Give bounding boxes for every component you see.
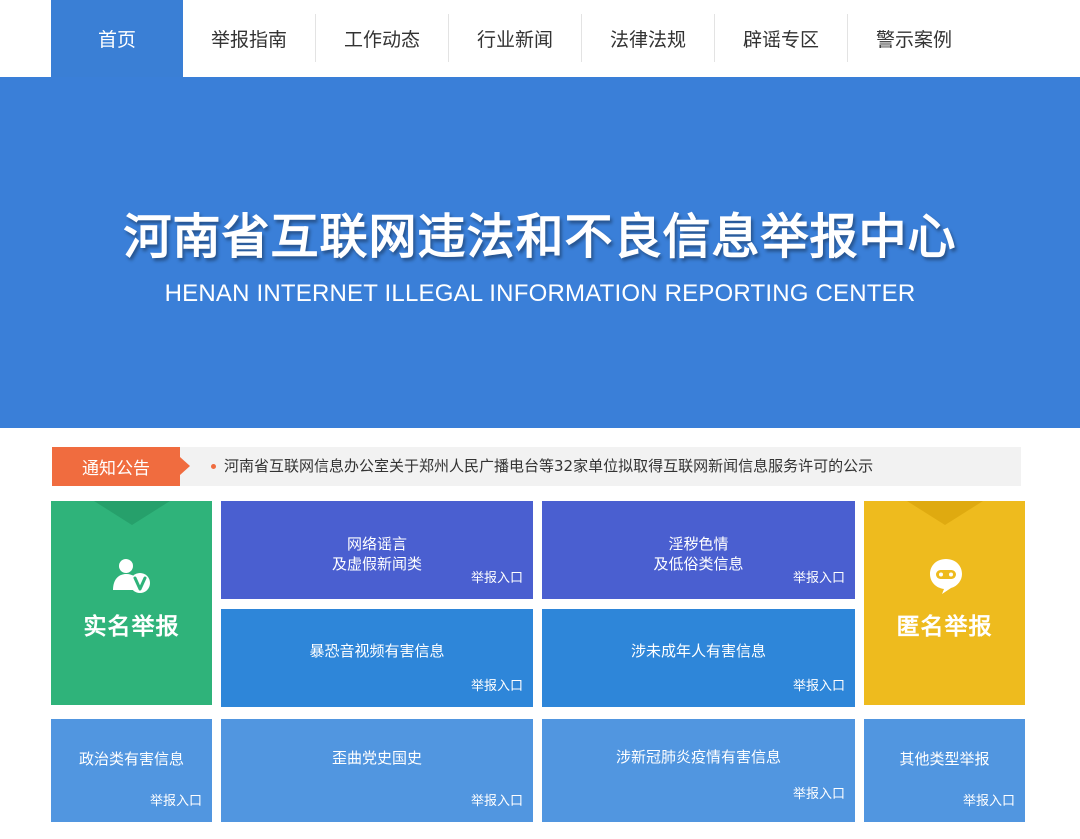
notice-tag: 通知公告 bbox=[52, 447, 180, 486]
bullet-icon bbox=[211, 464, 216, 469]
nav-item-report-guide[interactable]: 举报指南 bbox=[183, 0, 315, 77]
report-tile-porn[interactable]: 淫秽色情 及低俗类信息 举报入口 bbox=[542, 501, 855, 599]
report-entry-link[interactable]: 举报入口 bbox=[471, 675, 523, 694]
report-tile-political[interactable]: 政治类有害信息 举报入口 bbox=[51, 719, 212, 822]
report-entry-link[interactable]: 举报入口 bbox=[793, 567, 845, 586]
anonymous-report-tile[interactable]: 匿名举报 bbox=[864, 501, 1025, 705]
report-entry-link[interactable]: 举报入口 bbox=[963, 790, 1015, 809]
tile-title: 政治类有害信息 bbox=[78, 750, 184, 768]
report-tile-rumor[interactable]: 网络谣言 及虚假新闻类 举报入口 bbox=[221, 501, 533, 599]
notice-bar: 通知公告 河南省互联网信息办公室关于郑州人民广播电台等32家单位拟取得互联网新闻… bbox=[52, 447, 1021, 486]
hero-banner: 河南省互联网违法和不良信息举报中心 HENAN INTERNET ILLEGAL… bbox=[0, 77, 1080, 428]
tile-title: 淫秽色情 bbox=[668, 535, 729, 553]
report-entry-link[interactable]: 举报入口 bbox=[150, 790, 202, 809]
notice-arrow bbox=[180, 457, 190, 475]
report-tile-violence[interactable]: 暴恐音视频有害信息 举报入口 bbox=[221, 609, 533, 707]
nav-item-rumor-refuting[interactable]: 辟谣专区 bbox=[715, 0, 847, 77]
tile-title: 涉未成年人有害信息 bbox=[630, 642, 766, 660]
tile-title: 其他类型举报 bbox=[899, 750, 990, 768]
realname-report-tile[interactable]: 实名举报 bbox=[51, 501, 212, 705]
chat-bubble-icon bbox=[930, 559, 962, 594]
nav-item-laws[interactable]: 法律法规 bbox=[582, 0, 714, 77]
realname-report-label: 实名举报 bbox=[83, 614, 180, 640]
report-entry-link[interactable]: 举报入口 bbox=[793, 675, 845, 694]
report-entry-link[interactable]: 举报入口 bbox=[793, 783, 845, 802]
nav-item-home[interactable]: 首页 bbox=[51, 0, 183, 77]
report-entry-link[interactable]: 举报入口 bbox=[471, 567, 523, 586]
report-entry-link[interactable]: 举报入口 bbox=[471, 790, 523, 809]
report-tile-other[interactable]: 其他类型举报 举报入口 bbox=[864, 719, 1025, 822]
tile-notch bbox=[906, 501, 983, 525]
anonymous-report-label: 匿名举报 bbox=[896, 614, 993, 640]
tile-title: 涉新冠肺炎疫情有害信息 bbox=[615, 748, 781, 766]
notice-link[interactable]: 河南省互联网信息办公室关于郑州人民广播电台等32家单位拟取得互联网新闻信息服务许… bbox=[224, 447, 873, 486]
user-verified-icon bbox=[113, 559, 150, 593]
nav-item-warning-cases[interactable]: 警示案例 bbox=[848, 0, 980, 77]
tile-title: 网络谣言 bbox=[346, 535, 407, 553]
top-nav: 首页 举报指南 工作动态 行业新闻 法律法规 辟谣专区 警示案例 bbox=[0, 0, 1080, 77]
tile-notch bbox=[93, 501, 170, 525]
report-tile-minor[interactable]: 涉未成年人有害信息 举报入口 bbox=[542, 609, 855, 707]
nav-item-industry-news[interactable]: 行业新闻 bbox=[449, 0, 581, 77]
nav-item-work-updates[interactable]: 工作动态 bbox=[316, 0, 448, 77]
tile-title: 歪曲党史国史 bbox=[331, 749, 422, 767]
report-tile-history[interactable]: 歪曲党史国史 举报入口 bbox=[221, 719, 533, 822]
banner-title: 河南省互联网违法和不良信息举报中心 bbox=[123, 209, 957, 265]
banner-subtitle: HENAN INTERNET ILLEGAL INFORMATION REPOR… bbox=[164, 280, 916, 307]
tile-title: 暴恐音视频有害信息 bbox=[309, 642, 445, 660]
report-tile-covid[interactable]: 涉新冠肺炎疫情有害信息 举报入口 bbox=[542, 719, 855, 822]
